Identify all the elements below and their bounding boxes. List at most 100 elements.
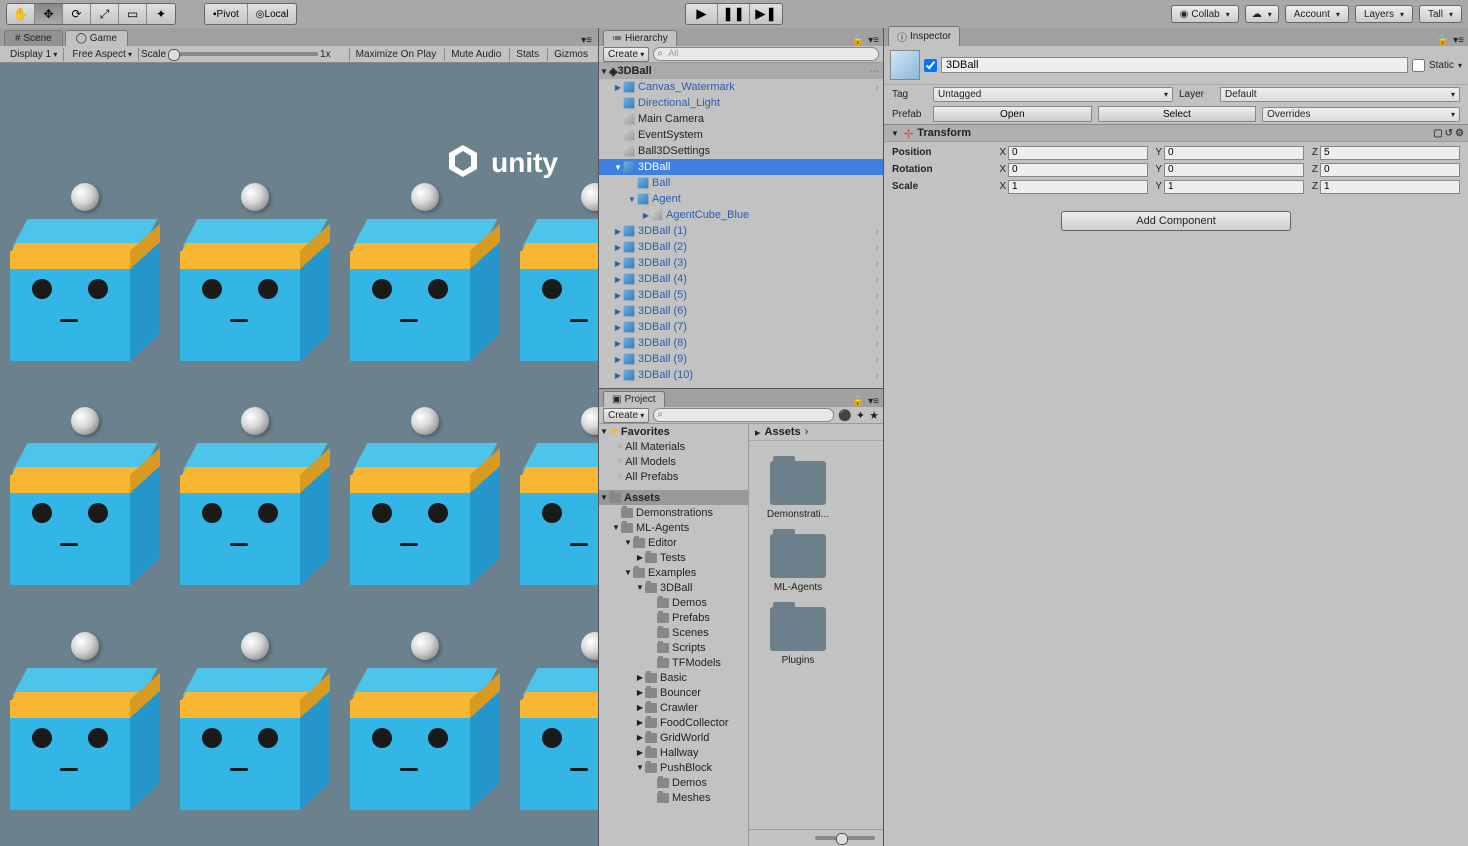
reset-icon[interactable]: ↺: [1445, 128, 1453, 139]
project-grid[interactable]: Demonstrati...ML-AgentsPlugins: [749, 441, 883, 829]
project-tree-item[interactable]: ▶Basic: [599, 670, 748, 685]
mute-toggle[interactable]: Mute Audio: [444, 48, 507, 61]
transform-tool[interactable]: ✦: [147, 4, 175, 24]
hierarchy-item[interactable]: ▶3DBall (1)›: [599, 223, 883, 239]
layers-dropdown[interactable]: Layers: [1355, 5, 1413, 23]
scale-y[interactable]: [1164, 180, 1304, 194]
layout-dropdown[interactable]: Tall: [1419, 5, 1462, 23]
project-tree-item[interactable]: ▶Tests: [599, 550, 748, 565]
aspect-dropdown[interactable]: Free Aspect: [66, 48, 139, 61]
tab-game[interactable]: ◯ Game: [65, 30, 128, 46]
project-search[interactable]: [653, 408, 834, 422]
scale-x[interactable]: [1008, 180, 1148, 194]
tab-scene[interactable]: # Scene: [4, 30, 63, 46]
rotation-y[interactable]: [1164, 163, 1304, 177]
scene-row[interactable]: ▼◈ 3DBall ⋯: [599, 63, 883, 79]
project-breadcrumb[interactable]: ▸Assets›: [749, 424, 883, 441]
project-tree-item[interactable]: TFModels: [599, 655, 748, 670]
assets-header[interactable]: ▼Assets: [599, 490, 748, 505]
project-folder[interactable]: ML-Agents: [763, 534, 833, 593]
project-tree-item[interactable]: ▶Crawler: [599, 700, 748, 715]
prefab-open-button[interactable]: Open: [933, 106, 1092, 122]
tab-inspector[interactable]: ⓘInspector: [888, 26, 960, 46]
local-toggle[interactable]: ◎ Local: [248, 4, 297, 24]
filter-icon-2[interactable]: ✦: [856, 409, 865, 422]
project-tree-item[interactable]: ▼ML-Agents: [599, 520, 748, 535]
prefab-select-button[interactable]: Select: [1098, 106, 1257, 122]
hierarchy-item[interactable]: ▶3DBall (4)›: [599, 271, 883, 287]
hierarchy-item[interactable]: ▶3DBall (7)›: [599, 319, 883, 335]
project-tree-item[interactable]: Meshes: [599, 790, 748, 805]
gear-icon[interactable]: ⚙: [1455, 128, 1464, 139]
project-tree-item[interactable]: ▼Editor: [599, 535, 748, 550]
project-tree-item[interactable]: ▼3DBall: [599, 580, 748, 595]
transform-component-header[interactable]: ▼ ⊹ Transform ▢↺⚙: [884, 124, 1468, 142]
project-tree-item[interactable]: ▶Bouncer: [599, 685, 748, 700]
rotation-x[interactable]: [1008, 163, 1148, 177]
hierarchy-item[interactable]: Ball3DSettings: [599, 143, 883, 159]
display-dropdown[interactable]: Display 1: [4, 48, 64, 61]
gameobject-active-checkbox[interactable]: [924, 59, 937, 72]
pause-button[interactable]: ❚❚: [718, 4, 750, 24]
hierarchy-item[interactable]: ▶3DBall (6)›: [599, 303, 883, 319]
hierarchy-item[interactable]: ▶3DBall (9)›: [599, 351, 883, 367]
project-create-dropdown[interactable]: Create: [603, 408, 649, 423]
project-tree-item[interactable]: ▶Hallway: [599, 745, 748, 760]
lock-icon[interactable]: 🔒: [852, 396, 864, 407]
hierarchy-item[interactable]: ▶AgentCube_Blue: [599, 207, 883, 223]
project-tree[interactable]: ▼★Favorites ⌕All Materials ⌕All Models ⌕…: [599, 424, 749, 846]
project-tree-item[interactable]: ▼PushBlock: [599, 760, 748, 775]
static-dropdown-icon[interactable]: ▾: [1458, 61, 1462, 70]
hand-tool[interactable]: ✋: [7, 4, 35, 24]
project-tree-item[interactable]: Demonstrations: [599, 505, 748, 520]
hierarchy-item[interactable]: EventSystem: [599, 127, 883, 143]
rotation-z[interactable]: [1320, 163, 1460, 177]
project-tree-item[interactable]: ▶FoodCollector: [599, 715, 748, 730]
fav-item[interactable]: ⌕All Materials: [599, 439, 748, 454]
layer-dropdown[interactable]: Default: [1220, 87, 1460, 102]
static-checkbox[interactable]: [1412, 59, 1425, 72]
help-icon[interactable]: ▢: [1433, 128, 1442, 139]
account-dropdown[interactable]: Account: [1285, 5, 1349, 23]
hierarchy-item[interactable]: ▶3DBall (3)›: [599, 255, 883, 271]
favorite-icon[interactable]: ★: [869, 409, 879, 422]
hierarchy-create-dropdown[interactable]: Create: [603, 47, 649, 62]
maximize-toggle[interactable]: Maximize On Play: [349, 48, 443, 61]
lock-icon[interactable]: 🔒: [852, 35, 864, 46]
tab-project[interactable]: ▣Project: [603, 391, 665, 407]
tag-dropdown[interactable]: Untagged: [933, 87, 1173, 102]
hierarchy-item[interactable]: ▼Agent: [599, 191, 883, 207]
project-tree-item[interactable]: Demos: [599, 595, 748, 610]
position-x[interactable]: [1008, 146, 1148, 160]
project-folder[interactable]: Demonstrati...: [763, 461, 833, 520]
panel-menu-icon[interactable]: ▾≡: [868, 396, 879, 407]
project-tree-item[interactable]: Scenes: [599, 625, 748, 640]
prefab-overrides-dropdown[interactable]: Overrides: [1262, 107, 1460, 122]
favorites-header[interactable]: ▼★Favorites: [599, 424, 748, 439]
thumbnail-size-slider[interactable]: [815, 836, 875, 840]
play-button[interactable]: ▶: [686, 4, 718, 24]
lock-icon[interactable]: 🔒: [1437, 35, 1449, 46]
hierarchy-search[interactable]: All: [653, 47, 879, 61]
scale-z[interactable]: [1320, 180, 1460, 194]
hierarchy-item[interactable]: ▶3DBall (5)›: [599, 287, 883, 303]
hierarchy-item[interactable]: Directional_Light: [599, 95, 883, 111]
position-y[interactable]: [1164, 146, 1304, 160]
hierarchy-item[interactable]: ▶3DBall (2)›: [599, 239, 883, 255]
filter-icon[interactable]: ⚫: [838, 409, 852, 422]
rect-tool[interactable]: ▭: [119, 4, 147, 24]
hierarchy-item[interactable]: Main Camera: [599, 111, 883, 127]
move-tool[interactable]: ✥: [35, 4, 63, 24]
cloud-button[interactable]: ☁: [1245, 5, 1279, 23]
collab-dropdown[interactable]: ◉Collab: [1171, 5, 1239, 23]
add-component-button[interactable]: Add Component: [1061, 211, 1291, 231]
project-tree-item[interactable]: Scripts: [599, 640, 748, 655]
step-button[interactable]: ▶❚: [750, 4, 782, 24]
stats-toggle[interactable]: Stats: [509, 48, 545, 61]
panel-menu-icon[interactable]: ▾≡: [1453, 35, 1464, 46]
game-viewport[interactable]: unity: [0, 63, 598, 846]
gizmos-toggle[interactable]: Gizmos: [547, 48, 594, 61]
tab-hierarchy[interactable]: ≔Hierarchy: [603, 30, 677, 46]
project-tree-item[interactable]: Demos: [599, 775, 748, 790]
tab-menu-icon[interactable]: ▾≡: [581, 35, 592, 46]
